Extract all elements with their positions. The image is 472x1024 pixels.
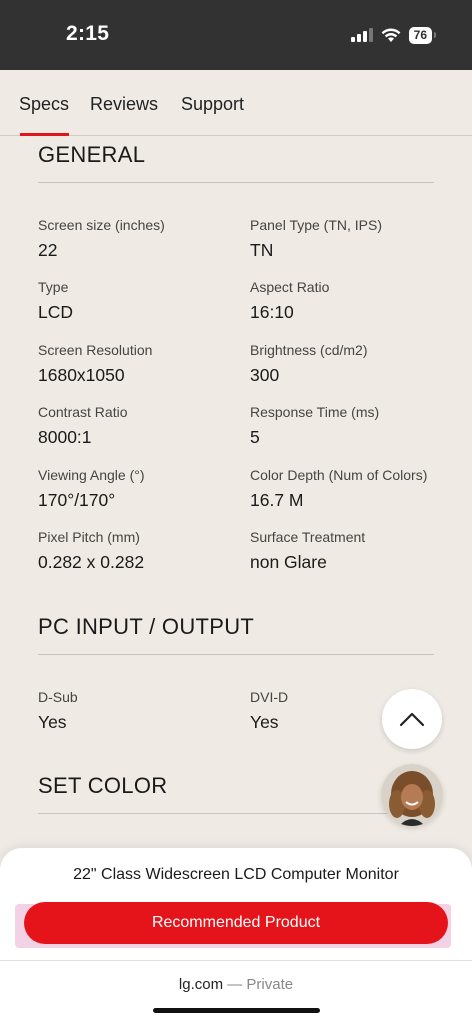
status-bar: 2:15 76 (0, 0, 472, 70)
spec-value: Yes (250, 712, 279, 732)
spec-value: 5 (250, 427, 260, 447)
spec-label: Viewing Angle (°) (38, 467, 145, 483)
spec-value: non Glare (250, 552, 327, 572)
spec-value: 8000:1 (38, 427, 92, 447)
status-icons: 76 (350, 26, 437, 44)
spec-label: Color Depth (Num of Colors) (250, 467, 428, 483)
active-tab-indicator (20, 133, 69, 136)
spec-value: 22 (38, 240, 58, 260)
spec-label: Brightness (cd/m2) (250, 342, 368, 358)
spec-label: Screen Resolution (38, 342, 153, 358)
spec-label: Screen size (inches) (38, 217, 165, 233)
section-title-pc-io: PC INPUT / OUTPUT (38, 614, 255, 639)
url-text: lg.com — Private (0, 976, 472, 993)
spec-label: Aspect Ratio (250, 279, 330, 295)
spec-label: Surface Treatment (250, 529, 366, 545)
spec-label: Panel Type (TN, IPS) (250, 217, 383, 233)
spec-value: 0.282 x 0.282 (38, 552, 145, 572)
recommended-product-button[interactable]: Recommended Product (24, 902, 448, 944)
spec-value: Yes (38, 712, 67, 732)
spec-label: Contrast Ratio (38, 404, 128, 420)
tab-reviews[interactable]: Reviews (90, 94, 158, 115)
agent-avatar (381, 764, 443, 826)
section-divider (38, 182, 434, 183)
section-title-general: GENERAL (38, 142, 146, 167)
chevron-up-icon (399, 712, 425, 727)
spec-value: 300 (250, 365, 280, 385)
cellular-signal-icon (350, 28, 373, 42)
spec-value: 16.7 M (250, 490, 304, 510)
wifi-icon (381, 28, 401, 42)
spec-label: D-Sub (38, 689, 78, 705)
home-indicator[interactable] (153, 1008, 320, 1013)
spec-value: 170°/170° (38, 490, 116, 510)
section-title-set-color: SET COLOR (38, 773, 168, 798)
tab-bar: Specs Reviews Support (0, 70, 472, 136)
browser-url-bar[interactable]: lg.com — Private (0, 960, 472, 1024)
product-bottom-sheet: 22" Class Widescreen LCD Computer Monito… (0, 848, 472, 1024)
spec-label: Response Time (ms) (250, 404, 380, 420)
spec-value: 1680x1050 (38, 365, 125, 385)
chat-agent-button[interactable] (381, 764, 443, 826)
spec-label: Pixel Pitch (mm) (38, 529, 140, 545)
spec-value: TN (250, 240, 274, 260)
scroll-to-top-button[interactable] (382, 689, 442, 749)
section-divider (38, 654, 434, 655)
section-divider (38, 813, 434, 814)
tab-specs[interactable]: Specs (19, 94, 69, 115)
url-domain: lg.com (178, 976, 224, 993)
spec-value: 16:10 (250, 302, 294, 322)
battery-icon: 76 (408, 26, 437, 44)
product-title: 22" Class Widescreen LCD Computer Monito… (73, 866, 399, 883)
spec-label: DVI-D (250, 689, 289, 705)
spec-label: Type (38, 279, 69, 295)
spec-value: LCD (38, 302, 74, 322)
tab-support[interactable]: Support (181, 94, 244, 115)
private-mode-label: — Private (227, 976, 294, 993)
status-time: 2:15 (66, 22, 110, 45)
